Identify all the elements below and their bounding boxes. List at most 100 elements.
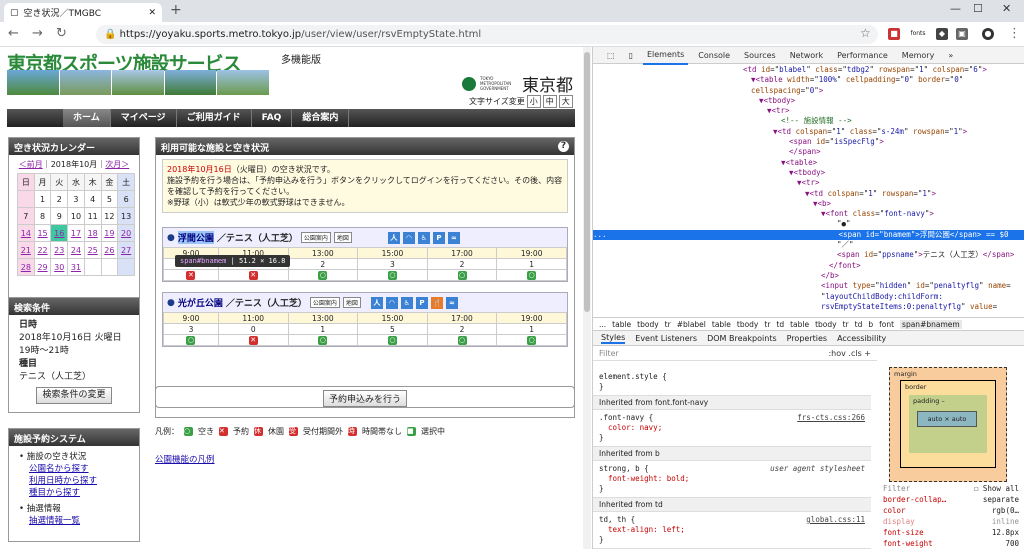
rule-property[interactable]: text-align: left; xyxy=(608,525,685,534)
menu-guide[interactable]: ご利用ガイド xyxy=(177,109,252,127)
calendar-day-link[interactable]: 18 xyxy=(83,224,102,242)
available-icon[interactable]: ○ xyxy=(457,271,467,280)
font-medium-button[interactable]: 中 xyxy=(542,95,557,108)
tab-network[interactable]: Network xyxy=(786,47,827,64)
forward-icon[interactable]: → xyxy=(32,26,43,41)
change-conditions-button[interactable]: 検索条件の変更 xyxy=(36,387,112,404)
lottery-list-link[interactable]: 抽選情報一覧 xyxy=(19,515,129,527)
computed-filter[interactable]: Filter xyxy=(883,484,910,493)
crumb-item[interactable]: tr xyxy=(843,320,849,329)
menu-info[interactable]: 総合案内 xyxy=(292,109,350,127)
browser-tab[interactable]: ▢ 空き状況／TMGBC ✕ xyxy=(4,3,162,22)
help-icon[interactable]: ? xyxy=(558,141,569,152)
tab-properties[interactable]: Properties xyxy=(787,334,827,343)
park-legend-link[interactable]: 公園機能の凡例 xyxy=(155,453,215,465)
available-icon[interactable]: ○ xyxy=(527,271,537,280)
back-icon[interactable]: ← xyxy=(8,26,19,41)
available-icon[interactable]: ○ xyxy=(318,336,328,345)
calendar-day-link[interactable]: 28 xyxy=(17,258,35,276)
tokyo-gov-logo[interactable]: TOKYO METROPOLITAN GOVERNMENT 東京都 xyxy=(462,71,573,96)
calendar-day-link[interactable]: 24 xyxy=(67,241,85,259)
calendar-day-link[interactable]: 30 xyxy=(50,258,69,276)
tab-elements[interactable]: Elements xyxy=(642,46,689,65)
tab-dom-breakpoints[interactable]: DOM Breakpoints xyxy=(707,334,777,343)
calendar-day-link[interactable]: 25 xyxy=(83,241,102,259)
available-icon[interactable]: ○ xyxy=(527,336,537,345)
inspect-icon[interactable]: ⬚ xyxy=(603,47,619,64)
tab-performance[interactable]: Performance xyxy=(833,47,892,64)
crumb-item[interactable]: td xyxy=(855,320,863,329)
calendar-day-link[interactable]: 22 xyxy=(33,241,52,259)
more-tabs[interactable]: » xyxy=(944,47,957,64)
selected-dom-node[interactable]: ... <span id="bnamem">浮間公園</span> == $0 xyxy=(593,229,1024,241)
new-tab-button[interactable]: + xyxy=(170,2,182,18)
calendar-day-link[interactable]: 15 xyxy=(33,224,52,242)
menu-mypage[interactable]: マイページ xyxy=(111,109,177,127)
tab-console[interactable]: Console xyxy=(694,47,734,64)
menu-faq[interactable]: FAQ xyxy=(252,109,293,127)
tab-event-listeners[interactable]: Event Listeners xyxy=(635,334,697,343)
crumb-item[interactable]: tbody xyxy=(737,320,759,329)
device-icon[interactable]: ▯ xyxy=(625,47,637,64)
available-icon[interactable]: ○ xyxy=(318,271,328,280)
calendar-day-link[interactable]: 20 xyxy=(117,224,135,242)
font-small-button[interactable]: 小 xyxy=(526,95,541,108)
map-button[interactable]: 地図 xyxy=(342,297,361,308)
extension-icon-2[interactable]: ▣ xyxy=(956,28,968,40)
crumb-item[interactable]: ... xyxy=(599,320,606,329)
calendar-day-link[interactable]: 17 xyxy=(67,224,85,242)
crumb-item[interactable]: #blabel xyxy=(677,320,706,329)
available-icon[interactable]: ○ xyxy=(186,336,196,345)
page-scrollbar[interactable] xyxy=(583,47,591,549)
available-icon[interactable]: ○ xyxy=(387,271,397,280)
crumb-item[interactable]: tr xyxy=(665,320,671,329)
next-month-link[interactable]: 次月＞ xyxy=(105,160,129,169)
crumb-item-selected[interactable]: span#bnamem xyxy=(900,319,962,329)
reload-icon[interactable]: ↻ xyxy=(56,26,67,41)
available-icon[interactable]: ○ xyxy=(387,336,397,345)
close-window-icon[interactable]: ✕ xyxy=(1002,2,1011,15)
park-guide-button[interactable]: 公園案内 xyxy=(300,232,331,243)
shield-extension-icon[interactable]: ◆ xyxy=(936,28,948,40)
calendar-day-selected[interactable]: 16 xyxy=(50,224,69,242)
calendar-day-link[interactable]: 31 xyxy=(67,258,85,276)
calendar-day-link[interactable]: 21 xyxy=(17,241,35,259)
calendar-day-link[interactable]: 26 xyxy=(100,241,119,259)
search-by-date-link[interactable]: 利用日時から探す xyxy=(19,475,129,487)
show-all-toggle[interactable]: ☐ Show all xyxy=(974,484,1019,493)
crumb-item[interactable]: table xyxy=(612,320,631,329)
available-icon[interactable]: ○ xyxy=(457,336,467,345)
menu-icon[interactable]: ⋮ xyxy=(1008,26,1021,41)
apply-reservation-button[interactable]: 予約申込みを行う xyxy=(322,390,407,407)
rule-source-link[interactable]: frs-cts.css:266 xyxy=(797,413,865,423)
fonts-extension[interactable]: fonts xyxy=(905,28,931,40)
park-guide-button[interactable]: 公園案内 xyxy=(309,297,340,308)
tab-memory[interactable]: Memory xyxy=(898,47,939,64)
maximize-icon[interactable]: ☐ xyxy=(973,2,983,15)
calendar-day-link[interactable]: 29 xyxy=(33,258,52,276)
styles-filter[interactable]: Filter :hov .cls + xyxy=(593,346,877,361)
search-by-park-link[interactable]: 公園名から探す xyxy=(19,463,129,475)
avatar[interactable]: ● xyxy=(982,28,994,40)
tab-sources[interactable]: Sources xyxy=(740,47,780,64)
scrollbar-thumb[interactable] xyxy=(584,52,590,312)
crumb-item[interactable]: b xyxy=(868,320,873,329)
font-large-button[interactable]: 大 xyxy=(558,95,573,108)
crumb-item[interactable]: tr xyxy=(764,320,770,329)
crumb-item[interactable]: td xyxy=(776,320,784,329)
tab-styles[interactable]: Styles xyxy=(601,333,626,344)
calendar-day-link[interactable]: 14 xyxy=(17,224,35,242)
calendar-day-link[interactable]: 27 xyxy=(117,241,135,259)
crumb-item[interactable]: table xyxy=(790,320,809,329)
rule-property[interactable]: color: navy; xyxy=(608,423,662,432)
crumb-item[interactable]: font xyxy=(879,320,894,329)
minimize-icon[interactable]: — xyxy=(950,2,961,15)
map-button[interactable]: 地図 xyxy=(333,232,352,243)
url-input[interactable]: 🔒 https://yoyaku.sports.metro.tokyo.jp/u… xyxy=(96,25,878,44)
bookmark-star-icon[interactable]: ☆ xyxy=(860,26,871,40)
crumb-item[interactable]: table xyxy=(712,320,731,329)
rule-source-link[interactable]: global.css:11 xyxy=(806,515,865,525)
crumb-item[interactable]: tbody xyxy=(637,320,659,329)
calendar-day-link[interactable]: 23 xyxy=(50,241,69,259)
search-by-event-link[interactable]: 種目から探す xyxy=(19,487,129,499)
